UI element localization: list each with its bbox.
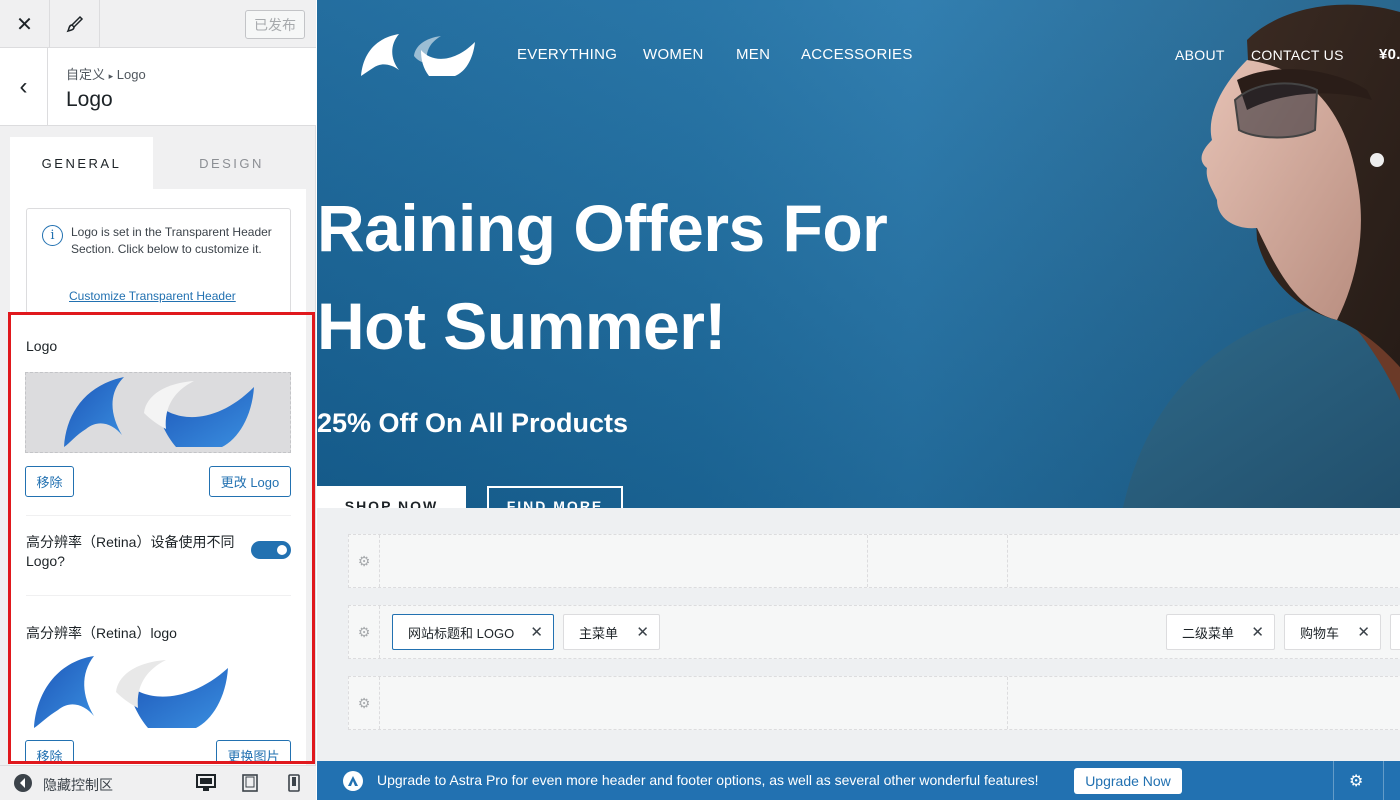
breadcrumb-root: 自定义 [66,67,106,82]
nav-contact-us[interactable]: CONTACT US [1251,47,1344,63]
divider [1383,761,1384,800]
section-title: Logo [66,88,113,111]
builder-cell[interactable] [868,535,1008,587]
remove-icon[interactable]: ✕ [1357,623,1370,641]
remove-icon[interactable]: ✕ [636,623,649,641]
astra-icon [343,771,363,791]
customize-transparent-header-link[interactable]: Customize Transparent Header [69,289,236,303]
find-more-button[interactable]: FIND MORE [487,486,623,508]
builder-cell[interactable] [380,677,1008,729]
breadcrumb-separator: ▸ [108,71,114,81]
hide-controls-label[interactable]: 隐藏控制区 [43,775,113,795]
builder-row-top: ⚙ [348,534,1400,588]
remove-icon[interactable]: ✕ [530,623,543,641]
publish-button[interactable]: 已发布 [245,10,305,39]
highlight-box [8,312,315,764]
site-logo[interactable] [359,32,477,78]
hero-heading-line2: Hot Summer! [317,289,726,363]
customizer-footer: 隐藏控制区 [0,765,316,800]
nav-accessories[interactable]: ACCESSORIES [801,46,913,63]
hero-heading-line1: Raining Offers For [317,191,888,265]
close-customizer-button[interactable]: ✕ [0,0,50,48]
row-settings-button[interactable]: ⚙ [349,606,380,658]
tab-design[interactable]: DESIGN [160,137,303,189]
breadcrumb: 自定义 ▸ Logo [66,64,146,83]
collapse-icon[interactable] [14,774,32,792]
builder-row-bottom: ⚙ [348,676,1400,730]
upgrade-bar: Upgrade to Astra Pro for even more heade… [317,761,1400,800]
chip-partial[interactable] [1390,614,1400,650]
chip-label: 二级菜单 [1182,625,1235,641]
customizer-sidebar: ✕ 已发布 ‹ 自定义 ▸ Logo Logo GENERAL DESIGN i… [0,0,316,800]
chip-secondary-menu[interactable]: 二级菜单 ✕ [1166,614,1275,650]
builder-cell[interactable] [380,535,868,587]
tablet-preview-icon[interactable] [242,774,258,797]
shop-now-button[interactable]: SHOP NOW [317,486,466,508]
customizer-topbar: ✕ 已发布 [0,0,316,48]
divider [1333,761,1334,800]
chip-label: 购物车 [1300,625,1340,641]
style-button[interactable] [50,0,100,48]
gear-icon[interactable]: ⚙ [1349,771,1363,791]
chip-cart[interactable]: 购物车 ✕ [1284,614,1381,650]
builder-row-primary: ⚙ 网站标题和 LOGO ✕ 主菜单 ✕ 二级菜单 ✕ 购物车 ✕ [348,605,1400,659]
gear-icon: ⚙ [357,552,371,569]
desktop-preview-icon[interactable] [196,774,216,797]
nav-about[interactable]: ABOUT [1175,47,1225,63]
info-icon: i [42,225,63,246]
upgrade-now-button[interactable]: Upgrade Now [1074,768,1182,794]
nav-men[interactable]: MEN [736,46,770,63]
tab-bar: GENERAL DESIGN [10,137,306,189]
upgrade-text: Upgrade to Astra Pro for even more heade… [377,772,1039,788]
row-settings-button[interactable]: ⚙ [349,535,380,587]
hero-woman-image [1122,4,1400,508]
tab-general[interactable]: GENERAL [10,137,153,189]
header-builder: ⚙ ⚙ 网站标题和 LOGO ✕ 主菜单 ✕ 二级菜单 ✕ 购物车 ✕ ⚙ [317,508,1400,761]
gear-icon: ⚙ [357,623,371,640]
chip-primary-menu[interactable]: 主菜单 ✕ [563,614,660,650]
row-settings-button[interactable]: ⚙ [349,677,380,729]
nav-women[interactable]: WOMEN [643,46,704,63]
hero-subheading: 25% Off On All Products [317,408,629,438]
nav-everything[interactable]: EVERYTHING [517,46,617,63]
brush-icon [66,15,83,33]
notice-text: Logo is set in the Transparent Header Se… [71,225,272,256]
chevron-left-icon: ‹ [19,73,28,100]
chip-label: 网站标题和 LOGO [408,625,515,641]
back-button[interactable]: ‹ [0,48,48,126]
chip-label: 主菜单 [579,625,619,641]
transparent-header-notice: i Logo is set in the Transparent Header … [26,208,291,314]
remove-icon[interactable]: ✕ [1251,623,1264,641]
breadcrumb-leaf: Logo [116,67,146,82]
hero-preview: EVERYTHING WOMEN MEN ACCESSORIES ABOUT C… [317,0,1400,508]
mobile-preview-icon[interactable] [288,774,300,797]
gear-icon: ⚙ [357,694,371,711]
cart-total[interactable]: ¥0.00 [1379,46,1400,63]
close-icon: ✕ [16,13,33,36]
chip-site-title-logo[interactable]: 网站标题和 LOGO ✕ [392,614,554,650]
section-header: ‹ 自定义 ▸ Logo Logo [0,48,316,126]
